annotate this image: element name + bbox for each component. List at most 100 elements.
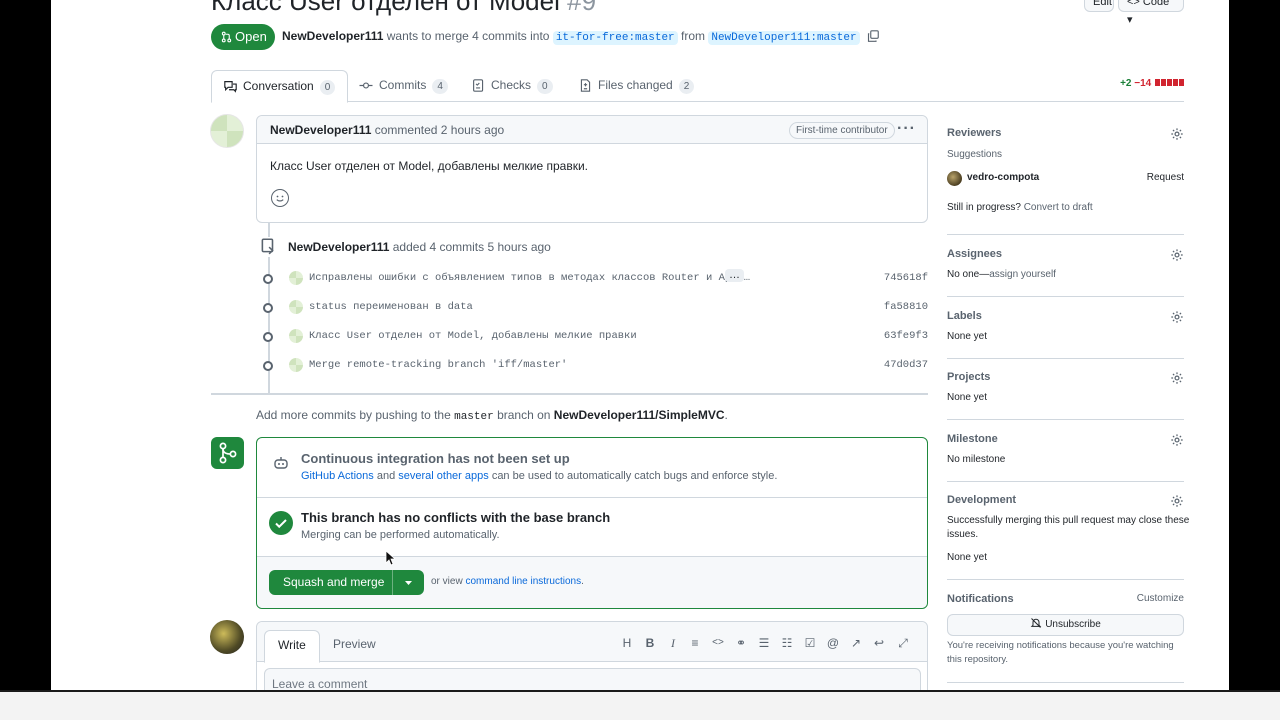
comment-textarea[interactable]: Leave a comment — [264, 668, 921, 690]
notifications-reason-line2: this repository. — [947, 654, 1009, 665]
bold-icon[interactable]: B — [642, 636, 658, 650]
italic-icon[interactable]: I — [665, 636, 681, 650]
link-icon[interactable]: ⚭ — [733, 636, 749, 650]
commit-sha[interactable]: 745618f — [884, 272, 928, 284]
commit-author-avatar[interactable] — [289, 329, 303, 343]
code-label: Code — [1142, 0, 1170, 8]
file-diff-icon — [579, 73, 592, 103]
reviewer-name[interactable]: vedro-compota — [967, 172, 1039, 183]
notifications-reason-line1: You're receiving notifications because y… — [947, 640, 1174, 651]
pr-author-link[interactable]: NewDeveloper111 — [282, 29, 383, 43]
conflicts-section: This branch has no conflicts with the ba… — [257, 498, 927, 557]
sidebar-assignees: Assignees No one—assign yourself — [947, 248, 1184, 297]
commit-message[interactable]: status переименован в data — [309, 301, 473, 313]
milestone-value: No milestone — [947, 454, 1006, 465]
write-tab[interactable]: Write — [264, 630, 320, 663]
squash-and-merge-button[interactable]: Squash and merge — [269, 570, 424, 595]
commit-message[interactable]: Исправлены ошибки с объявлением типов в … — [309, 272, 750, 284]
kebab-horizontal-icon[interactable]: ··· — [897, 120, 916, 138]
ci-and: and — [376, 470, 396, 482]
commit-sha[interactable]: 47d0d37 — [884, 359, 928, 371]
tab-checks-count: 0 — [537, 79, 553, 94]
quote-icon[interactable]: ≡ — [687, 636, 703, 650]
commit-author-avatar[interactable] — [289, 358, 303, 372]
ci-section: Continuous integration has not been set … — [257, 438, 927, 498]
copy-icon[interactable] — [867, 30, 879, 42]
assignees-none: No one— — [947, 269, 990, 280]
commit-author-avatar[interactable] — [289, 300, 303, 314]
tab-conversation[interactable]: Conversation 0 — [211, 70, 349, 104]
merge-alt-suffix: . — [581, 576, 584, 587]
mouse-cursor-icon — [385, 550, 397, 566]
edit-label: Edit — [1093, 0, 1112, 8]
commit-message[interactable]: Класс User отделен от Model, добавлены м… — [309, 330, 637, 342]
current-user-avatar[interactable] — [210, 620, 244, 654]
tab-commits[interactable]: Commits 4 — [359, 70, 448, 102]
github-actions-link[interactable]: GitHub Actions — [301, 470, 374, 482]
tab-files-changed-label: Files changed — [598, 78, 673, 92]
push-hint-repo-link[interactable]: NewDeveloper111/SimpleMVC — [554, 408, 725, 422]
command-line-instructions-link[interactable]: command line instructions — [465, 576, 581, 587]
commit-sha[interactable]: fa58810 — [884, 301, 928, 313]
tab-conversation-label: Conversation — [243, 79, 314, 93]
tab-checks[interactable]: Checks 0 — [472, 70, 553, 102]
unsubscribe-button[interactable]: Unsubscribe — [947, 614, 1184, 636]
pr-state-label: Open — [235, 29, 267, 44]
sidebar-notifications: Notifications Customize Unsubscribe You'… — [947, 593, 1184, 683]
gear-icon[interactable] — [1170, 494, 1184, 508]
triangle-down-icon — [405, 581, 412, 585]
request-review-link[interactable]: Request — [1147, 172, 1184, 183]
merge-alt-prefix: or view — [431, 576, 463, 587]
comment-author-avatar[interactable] — [210, 114, 244, 148]
gear-icon[interactable] — [1170, 248, 1184, 262]
pr-title-text: Класс User отделен от Model — [211, 0, 560, 16]
code-button[interactable]: <> Code ▾ — [1118, 0, 1184, 26]
edit-button[interactable]: Edit — [1084, 0, 1114, 12]
comment-body: Класс User отделен от Model, добавлены м… — [270, 159, 588, 173]
other-apps-link[interactable]: several other apps — [398, 470, 489, 482]
development-text-line1: Successfully merging this pull request m… — [947, 515, 1190, 526]
task-list-icon[interactable]: ☑ — [802, 636, 818, 650]
commits-event-author[interactable]: NewDeveloper111 — [288, 240, 389, 254]
fullscreen-icon[interactable]: ⤢ — [895, 636, 911, 650]
comment-action: commented 2 hours ago — [374, 123, 505, 137]
gear-icon[interactable] — [1170, 433, 1184, 447]
diffstat-additions: +2 — [1120, 78, 1132, 89]
no-conflicts-subtitle: Merging can be performed automatically. — [301, 529, 500, 541]
commit-expand-button[interactable]: … — [725, 269, 744, 282]
assign-yourself-link[interactable]: assign yourself — [989, 269, 1056, 280]
gear-icon[interactable] — [1170, 310, 1184, 324]
gear-icon[interactable] — [1170, 371, 1184, 385]
head-branch[interactable]: NewDeveloper111:master — [708, 31, 860, 45]
comment-author-link[interactable]: NewDeveloper111 — [270, 123, 371, 137]
ordered-list-icon[interactable]: ☷ — [779, 636, 795, 650]
merge-method-dropdown[interactable] — [392, 570, 424, 595]
commit-row: Merge remote-tracking branch 'iff/master… — [263, 356, 928, 376]
tab-conversation-count: 0 — [319, 80, 336, 95]
cross-reference-icon[interactable]: ↗ — [848, 636, 864, 650]
commit-message[interactable]: Merge remote-tracking branch 'iff/master… — [309, 359, 567, 371]
gear-icon[interactable] — [1170, 127, 1184, 141]
smiley-icon[interactable] — [271, 189, 289, 207]
code-icon[interactable]: <> — [710, 636, 726, 650]
commit-row: Класс User отделен от Model, добавлены м… — [263, 327, 928, 347]
convert-to-draft-link[interactable]: Convert to draft — [1024, 202, 1093, 213]
git-merge-icon — [211, 437, 244, 469]
base-branch[interactable]: it-for-free:master — [552, 31, 678, 45]
push-hint-prefix: Add more commits by pushing to the — [256, 408, 451, 422]
commit-sha[interactable]: 63fe9f3 — [884, 330, 928, 342]
comment-header: NewDeveloper111 commented 2 hours ago Fi… — [257, 116, 927, 144]
mention-icon[interactable]: @ — [825, 636, 841, 650]
tab-files-changed[interactable]: Files changed 2 — [579, 70, 695, 103]
tab-checks-label: Checks — [491, 78, 532, 92]
customize-link[interactable]: Customize — [1137, 593, 1184, 604]
diffstat: +2 −14 — [1120, 78, 1184, 89]
commit-author-avatar[interactable] — [289, 271, 303, 285]
preview-tab[interactable]: Preview — [320, 630, 389, 663]
pull-request-icon — [221, 31, 232, 43]
robot-icon — [273, 455, 289, 471]
comment-discussion-icon — [224, 74, 237, 104]
heading-icon[interactable]: H — [619, 636, 635, 650]
unordered-list-icon[interactable]: ☰ — [756, 636, 772, 650]
reply-icon[interactable]: ↩ — [871, 636, 887, 650]
